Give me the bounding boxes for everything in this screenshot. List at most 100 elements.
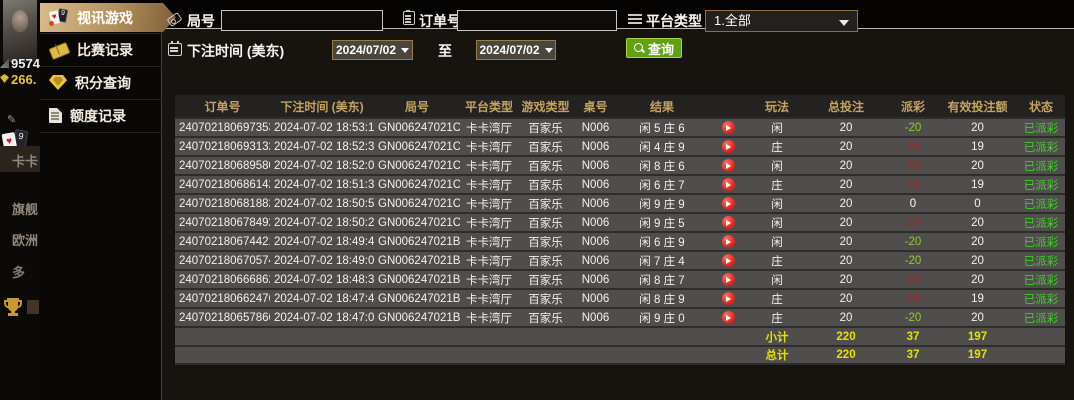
table-row: 240702180689580 2024-07-02 18:52:03 GN0062…	[175, 155, 1065, 174]
cell-replay	[706, 307, 750, 326]
play-icon	[726, 295, 731, 302]
sidebar-item-credit-records[interactable]: 额度记录	[40, 101, 162, 130]
cell-summary-payout: 37	[888, 326, 938, 345]
col-valid-bet: 有效投注额	[938, 95, 1017, 117]
round-number-input[interactable]	[221, 10, 383, 31]
cards-icon: 9 ♥	[49, 9, 69, 27]
cell-total-bet: 20	[804, 117, 888, 136]
credit-balance: 266.	[11, 72, 37, 87]
cell-valid-bet: 20	[938, 250, 1017, 269]
cell-valid-bet: 20	[938, 117, 1017, 136]
cell-order: 240702180697353	[175, 117, 270, 136]
search-button-label: 查询	[648, 41, 675, 57]
cell-bet-time: 2024-07-02 18:47:01	[270, 307, 374, 326]
cell-replay	[706, 231, 750, 250]
cell-empty	[460, 326, 518, 345]
cell-replay	[706, 250, 750, 269]
replay-button[interactable]	[721, 178, 735, 191]
cell-empty	[374, 345, 460, 365]
cell-round: GN006247021C4	[374, 136, 460, 155]
replay-button[interactable]	[721, 121, 735, 134]
to-label: 至	[438, 43, 452, 59]
cell-empty	[175, 345, 270, 365]
hall-tab: 旗舰	[12, 202, 39, 217]
replay-button[interactable]	[721, 235, 735, 248]
total-row: 总计 220 37 197	[175, 345, 1065, 365]
cell-status: 已派彩	[1017, 136, 1065, 155]
cell-platform: 卡卡湾厅	[460, 117, 518, 136]
cell-payout: -20	[888, 117, 938, 136]
cell-payout: 20	[888, 155, 938, 174]
cell-summary-valid-bet: 197	[938, 345, 1017, 365]
cell-summary-payout: 37	[888, 345, 938, 365]
platform-type-select[interactable]: 1.全部	[705, 10, 858, 32]
cell-order: 240702180689580	[175, 155, 270, 174]
replay-button[interactable]	[721, 273, 735, 286]
hall-tab: 卡卡	[12, 154, 39, 169]
cell-status: 已派彩	[1017, 155, 1065, 174]
cell-table-no: N006	[573, 155, 618, 174]
cell-table-no: N006	[573, 288, 618, 307]
table-row: 240702180666862 2024-07-02 18:48:31 GN0062…	[175, 269, 1065, 288]
date-to-picker[interactable]: 2024/07/02	[476, 40, 556, 60]
cell-empty	[618, 326, 706, 345]
replay-button[interactable]	[721, 292, 735, 305]
replay-button[interactable]	[721, 140, 735, 153]
cell-round: GN006247021BW	[374, 288, 460, 307]
col-result: 结果	[618, 95, 706, 117]
cell-replay	[706, 136, 750, 155]
play-icon	[726, 314, 731, 321]
cell-platform: 卡卡湾厅	[460, 269, 518, 288]
search-button[interactable]: 查询	[626, 38, 683, 58]
cell-replay	[706, 155, 750, 174]
cell-payout: 19	[888, 288, 938, 307]
replay-button[interactable]	[721, 254, 735, 267]
replay-button[interactable]	[721, 311, 735, 324]
cell-table-no: N006	[573, 174, 618, 193]
cell-round: GN006247021BV	[374, 307, 460, 326]
cell-status: 已派彩	[1017, 231, 1065, 250]
bet-time-label: 下注时间 (美东)	[187, 43, 285, 59]
sidebar-item-video-games[interactable]: 9 ♥ 视讯游戏	[40, 3, 176, 32]
cell-payout: 20	[888, 269, 938, 288]
replay-button[interactable]	[721, 159, 735, 172]
cell-round: GN006247021BY	[374, 250, 460, 269]
magnifier-icon	[634, 42, 645, 54]
cell-round: GN006247021C5	[374, 117, 460, 136]
clipboard-icon	[403, 10, 415, 25]
cell-result: 闲 9 庄 5	[618, 212, 706, 231]
cell-order: 240702180670574	[175, 250, 270, 269]
cell-total-bet: 20	[804, 231, 888, 250]
cell-valid-bet: 20	[938, 307, 1017, 326]
play-icon	[726, 200, 731, 207]
col-round: 局号	[374, 95, 460, 117]
cell-total-bet: 20	[804, 155, 888, 174]
sidebar-item-points-query[interactable]: 积分查询	[40, 68, 162, 97]
replay-button[interactable]	[721, 197, 735, 210]
col-total-bet: 总投注	[804, 95, 888, 117]
chevron-down-icon	[839, 20, 849, 26]
cell-play: 闲	[750, 193, 804, 212]
play-icon	[726, 257, 731, 264]
replay-button[interactable]	[721, 216, 735, 229]
cell-game-type: 百家乐	[518, 307, 573, 326]
cell-bet-time: 2024-07-02 18:50:53	[270, 193, 374, 212]
cell-table-no: N006	[573, 136, 618, 155]
cell-result: 闲 9 庄 0	[618, 307, 706, 326]
cell-bet-time: 2024-07-02 18:51:33	[270, 174, 374, 193]
avatar	[3, 0, 37, 62]
play-icon	[726, 162, 731, 169]
cell-payout: 0	[888, 193, 938, 212]
cell-result: 闲 4 庄 9	[618, 136, 706, 155]
cell-payout: -20	[888, 231, 938, 250]
order-number-input[interactable]	[457, 10, 617, 31]
cell-valid-bet: 20	[938, 231, 1017, 250]
cell-play: 闲	[750, 269, 804, 288]
cell-game-type: 百家乐	[518, 117, 573, 136]
cell-empty	[1017, 326, 1065, 345]
cell-summary-total-bet: 220	[804, 326, 888, 345]
cell-platform: 卡卡湾厅	[460, 193, 518, 212]
sidebar-item-match-records[interactable]: 比赛记录	[40, 35, 162, 64]
date-from-picker[interactable]: 2024/07/02	[332, 40, 413, 60]
cell-play: 闲	[750, 231, 804, 250]
